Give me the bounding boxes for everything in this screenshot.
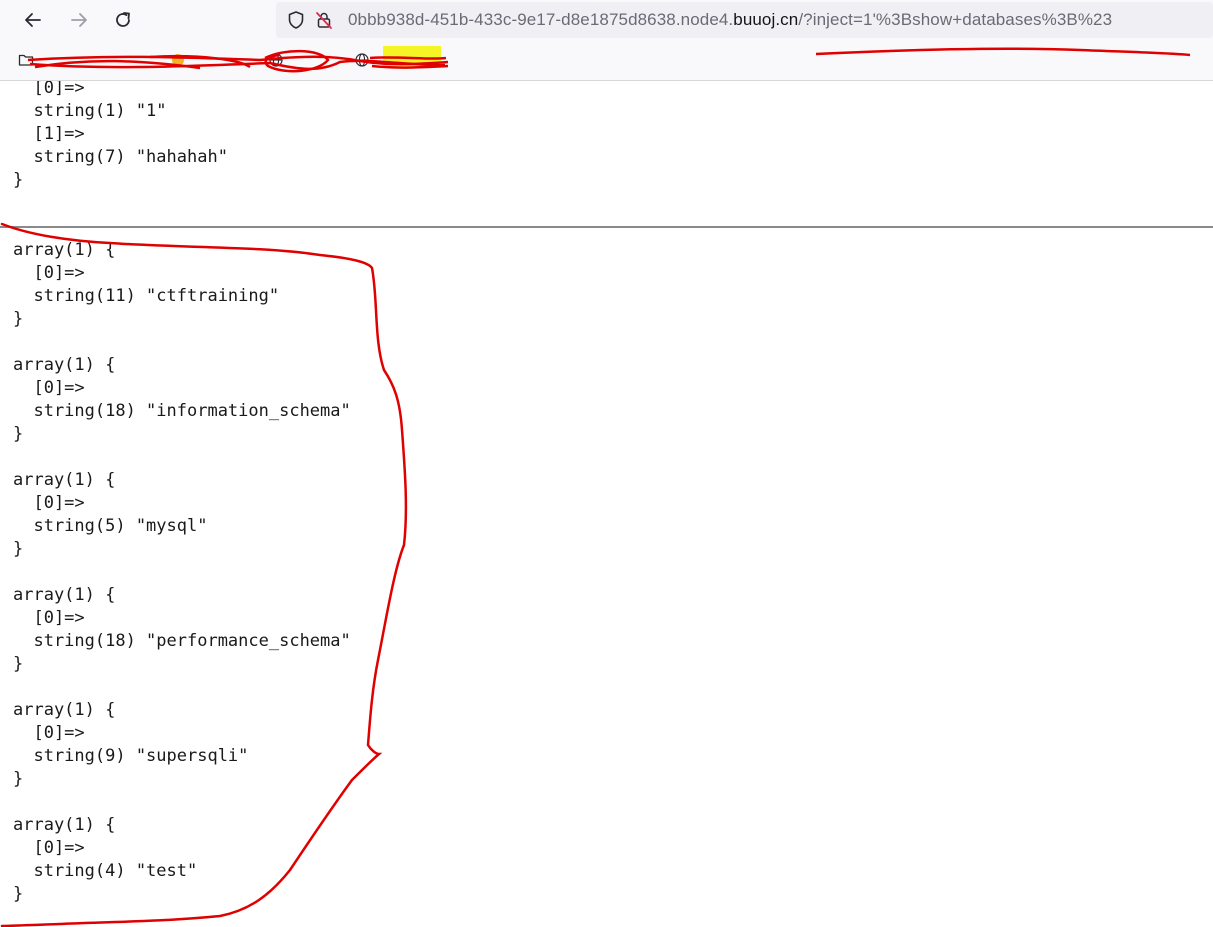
reload-button[interactable] [108, 5, 138, 35]
dump-value: string(11) "ctftraining" [13, 286, 280, 306]
dump-index: [0]=> [13, 493, 85, 513]
shield-icon[interactable] [286, 10, 306, 30]
dump-close: } [13, 884, 24, 904]
dump-index: [0]=> [13, 608, 85, 628]
dump-array-header: array(1) { [13, 815, 116, 835]
arrow-right-icon [71, 13, 87, 27]
dump-value: string(18) "information_schema" [13, 401, 351, 421]
dump-close: } [13, 539, 24, 559]
dump-close: } [13, 769, 24, 789]
dump-array-header: array(1) { [13, 355, 116, 375]
dump-index: [0]=> [13, 838, 85, 858]
dump-index: [0]=> [13, 723, 85, 743]
bookmark-favicon-icon [170, 52, 186, 68]
dump-array-header: array(1) { [13, 585, 116, 605]
dump-value: string(4) "test" [13, 861, 198, 881]
page-content: [0]=> string(1) "1" [1]=> string(7) "hah… [0, 81, 1213, 927]
dump-close: } [13, 309, 24, 329]
browser-toolbar: 0bbb938d-451b-433c-9e17-d8e1875d8638.nod… [0, 0, 1213, 40]
dump-close: } [13, 424, 24, 444]
back-button[interactable] [18, 5, 48, 35]
forward-button[interactable] [64, 5, 94, 35]
dump-array-header: array(1) { [13, 240, 116, 260]
databases-dump: array(1) { [0]=> string(11) "ctftraining… [13, 239, 351, 906]
globe-icon [354, 52, 370, 68]
url-text[interactable]: 0bbb938d-451b-433c-9e17-d8e1875d8638.nod… [348, 10, 1112, 30]
dump-index: [0]=> [13, 263, 85, 283]
bookmark-item[interactable] [268, 52, 350, 68]
bookmark-item[interactable] [354, 52, 446, 68]
dump-index: [0]=> [13, 378, 85, 398]
dump-close: } [13, 654, 24, 674]
horizontal-rule [0, 226, 1213, 228]
insecure-lock-icon[interactable] [314, 10, 334, 30]
dump-value: string(5) "mysql" [13, 516, 208, 536]
globe-icon [268, 52, 284, 68]
folder-icon [18, 52, 34, 68]
bookmarks-toolbar [0, 40, 1213, 81]
address-bar[interactable]: 0bbb938d-451b-433c-9e17-d8e1875d8638.nod… [276, 2, 1213, 38]
dump-array-header: array(1) { [13, 700, 116, 720]
previous-query-dump: [0]=> string(1) "1" [1]=> string(7) "hah… [13, 81, 228, 190]
arrow-left-icon [25, 13, 41, 27]
bookmark-item[interactable] [170, 52, 262, 68]
dump-value: string(18) "performance_schema" [13, 631, 351, 651]
dump-array-header: array(1) { [13, 470, 116, 490]
reload-icon [116, 12, 130, 27]
bookmark-folder[interactable] [18, 52, 160, 68]
dump-value: string(9) "supersqli" [13, 746, 249, 766]
